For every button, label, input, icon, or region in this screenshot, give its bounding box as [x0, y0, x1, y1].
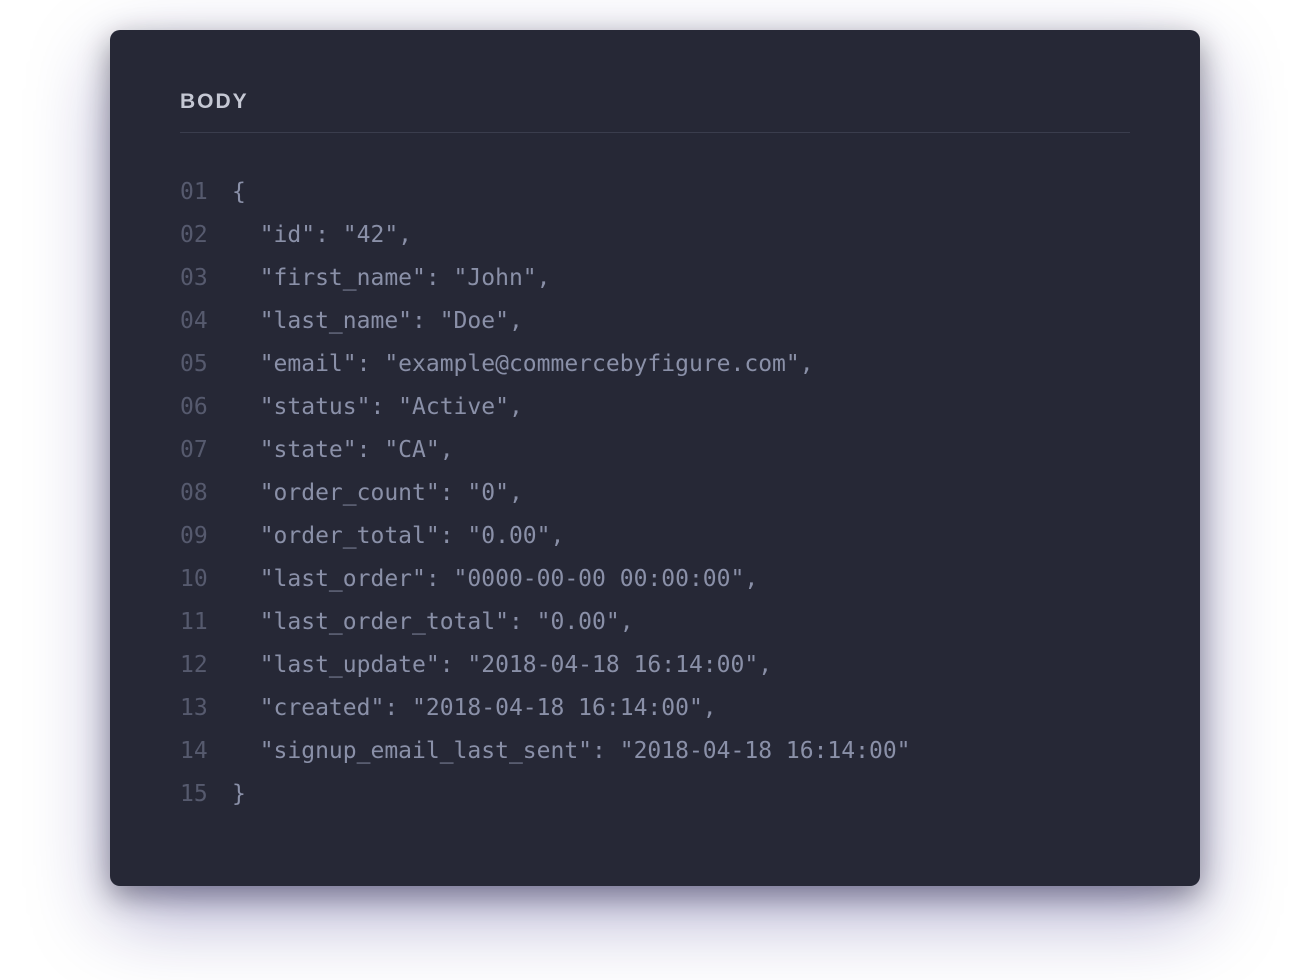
line-number: 15 — [180, 773, 232, 816]
line-number: 13 — [180, 687, 232, 730]
line-content: "order_count": "0", — [232, 472, 523, 515]
code-line: 02 "id": "42", — [180, 214, 1130, 257]
line-number: 03 — [180, 257, 232, 300]
code-line: 09 "order_total": "0.00", — [180, 515, 1130, 558]
line-content: "email": "example@commercebyfigure.com", — [232, 343, 814, 386]
panel-title: BODY — [180, 90, 1130, 133]
line-content: "last_order": "0000-00-00 00:00:00", — [232, 558, 758, 601]
line-number: 04 — [180, 300, 232, 343]
code-line: 14 "signup_email_last_sent": "2018-04-18… — [180, 730, 1130, 773]
line-content: "signup_email_last_sent": "2018-04-18 16… — [232, 730, 911, 773]
line-content: "last_order_total": "0.00", — [232, 601, 634, 644]
line-content: "last_update": "2018-04-18 16:14:00", — [232, 644, 772, 687]
code-line: 10 "last_order": "0000-00-00 00:00:00", — [180, 558, 1130, 601]
line-content: "state": "CA", — [232, 429, 454, 472]
line-content: "id": "42", — [232, 214, 412, 257]
line-content: "order_total": "0.00", — [232, 515, 564, 558]
code-line: 08 "order_count": "0", — [180, 472, 1130, 515]
line-number: 05 — [180, 343, 232, 386]
code-line: 05 "email": "example@commercebyfigure.co… — [180, 343, 1130, 386]
line-content: "status": "Active", — [232, 386, 523, 429]
code-line: 13 "created": "2018-04-18 16:14:00", — [180, 687, 1130, 730]
code-line: 06 "status": "Active", — [180, 386, 1130, 429]
line-number: 10 — [180, 558, 232, 601]
line-number: 01 — [180, 171, 232, 214]
code-line: 12 "last_update": "2018-04-18 16:14:00", — [180, 644, 1130, 687]
code-line: 03 "first_name": "John", — [180, 257, 1130, 300]
line-number: 07 — [180, 429, 232, 472]
line-number: 09 — [180, 515, 232, 558]
code-line: 11 "last_order_total": "0.00", — [180, 601, 1130, 644]
line-number: 08 — [180, 472, 232, 515]
code-line: 04 "last_name": "Doe", — [180, 300, 1130, 343]
body-panel: BODY 01{02 "id": "42",03 "first_name": "… — [110, 30, 1200, 886]
line-number: 02 — [180, 214, 232, 257]
line-number: 11 — [180, 601, 232, 644]
line-content: "last_name": "Doe", — [232, 300, 523, 343]
line-content: { — [232, 171, 246, 214]
line-number: 12 — [180, 644, 232, 687]
code-line: 15} — [180, 773, 1130, 816]
line-content: "first_name": "John", — [232, 257, 551, 300]
code-line: 01{ — [180, 171, 1130, 214]
line-content: "created": "2018-04-18 16:14:00", — [232, 687, 717, 730]
line-number: 06 — [180, 386, 232, 429]
line-content: } — [232, 773, 246, 816]
code-line: 07 "state": "CA", — [180, 429, 1130, 472]
code-block[interactable]: 01{02 "id": "42",03 "first_name": "John"… — [180, 171, 1130, 816]
line-number: 14 — [180, 730, 232, 773]
